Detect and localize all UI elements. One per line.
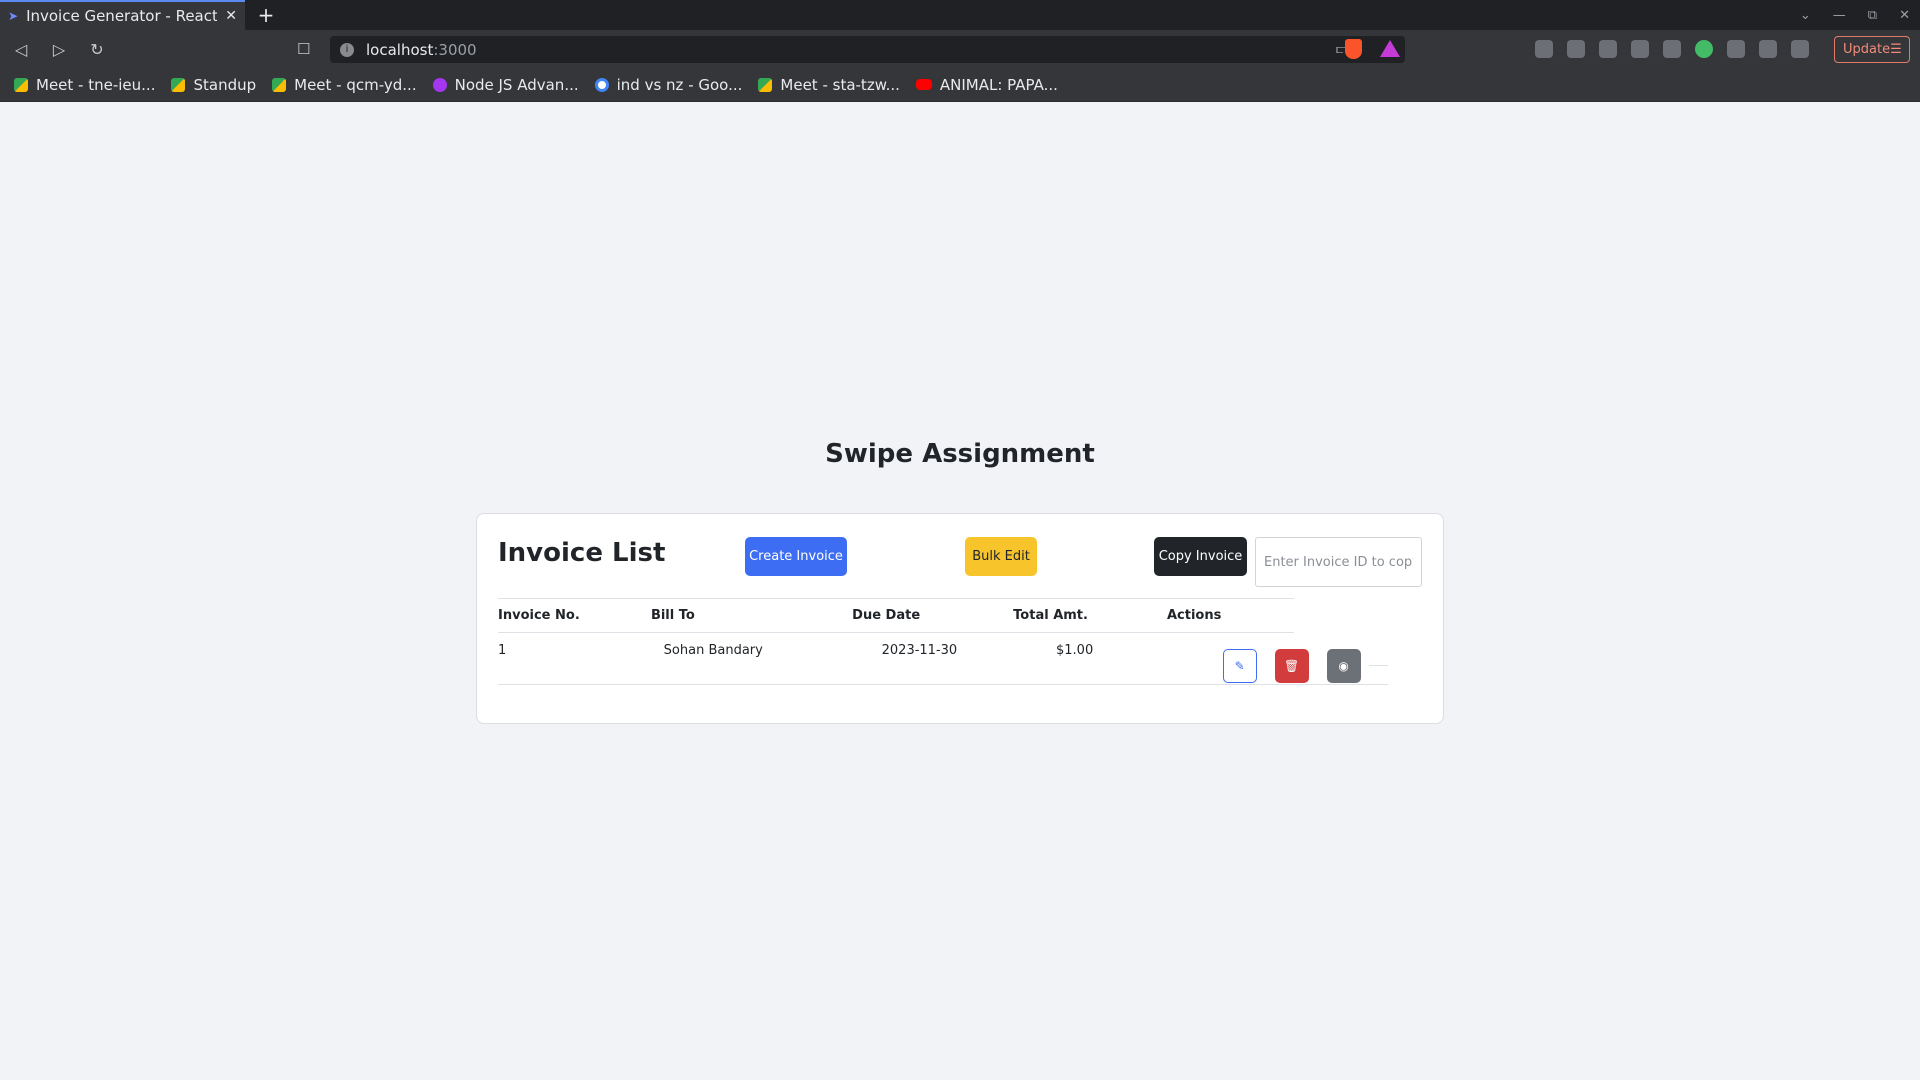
invoice-list-title: Invoice List bbox=[498, 538, 666, 568]
meet-icon bbox=[14, 77, 28, 92]
trash-icon: 🗑 bbox=[1284, 659, 1300, 673]
copy-invoice-id-input[interactable] bbox=[1255, 537, 1422, 587]
page-content: Swipe Assignment Invoice List Create Inv… bbox=[0, 102, 1920, 1080]
extension-icon[interactable] bbox=[1599, 40, 1617, 58]
extension-icon[interactable] bbox=[1535, 40, 1553, 58]
meet-icon bbox=[758, 77, 773, 92]
edit-invoice-button[interactable]: ✎ bbox=[1222, 649, 1257, 683]
bookmark-item[interactable]: ANIMAL: PAPA... bbox=[915, 75, 1058, 94]
meet-icon bbox=[171, 77, 186, 92]
google-icon bbox=[594, 77, 609, 92]
restore-icon[interactable]: ⧉ bbox=[1868, 8, 1877, 23]
wallet-icon[interactable] bbox=[1791, 40, 1809, 58]
due-date-cell: 2023-11-30 bbox=[881, 643, 958, 658]
tab-search-icon[interactable]: ⌄ bbox=[1800, 8, 1811, 23]
udemy-icon bbox=[432, 77, 447, 92]
browser-nav-bar: ◁ ▷ ↻ ☐ i localhost:3000 ⫍ Update ☰ bbox=[0, 30, 1920, 68]
menu-icon: ☰ bbox=[1890, 42, 1902, 57]
bookmarks-bar: Meet - tne-ieu... Standup Meet - qcm-yd.… bbox=[0, 68, 1920, 102]
column-header-actions: Actions bbox=[1166, 608, 1222, 623]
divider bbox=[1368, 665, 1388, 666]
site-info-icon[interactable]: i bbox=[340, 42, 354, 57]
invoice-no-cell: 1 bbox=[498, 643, 507, 658]
bookmark-label: Node JS Advan... bbox=[454, 75, 579, 94]
copy-invoice-button[interactable]: Copy Invoice bbox=[1154, 537, 1247, 576]
address-bar[interactable]: i localhost:3000 ⫍ bbox=[330, 36, 1405, 63]
browser-tab-active[interactable]: ➤ Invoice Generator - React / ✕ bbox=[0, 0, 245, 30]
extension-icon[interactable] bbox=[1567, 40, 1585, 58]
create-invoice-button[interactable]: Create Invoice bbox=[745, 537, 847, 576]
total-amount-cell: $1.00 bbox=[1056, 643, 1094, 658]
browser-tab-bar: ➤ Invoice Generator - React / ✕ + ⌄ — ⧉ … bbox=[0, 0, 1920, 30]
bookmark-label: Standup bbox=[193, 75, 257, 94]
extensions-puzzle-icon[interactable] bbox=[1727, 40, 1745, 58]
bookmark-label: Meet - sta-tzw... bbox=[780, 75, 900, 94]
update-label: Update bbox=[1843, 42, 1891, 57]
eye-icon: ◉ bbox=[1338, 659, 1349, 673]
extension-icon[interactable] bbox=[1695, 40, 1713, 58]
view-invoice-button[interactable]: ◉ bbox=[1326, 649, 1361, 683]
invoice-list-card: Invoice List Create Invoice Bulk Edit Co… bbox=[476, 513, 1444, 724]
close-tab-icon[interactable]: ✕ bbox=[225, 8, 237, 24]
bookmark-label: ind vs nz - Goo... bbox=[616, 75, 743, 94]
bookmark-label: Meet - qcm-yd... bbox=[294, 75, 417, 94]
app-title: Swipe Assignment bbox=[825, 439, 1095, 469]
react-favicon-icon: ➤ bbox=[8, 9, 19, 23]
back-icon[interactable]: ◁ bbox=[12, 40, 30, 59]
url-port: :3000 bbox=[433, 40, 477, 59]
tab-title: Invoice Generator - React / bbox=[26, 7, 218, 25]
bookmark-label: Meet - tne-ieu... bbox=[36, 75, 156, 94]
column-header-bill-to: Bill To bbox=[650, 608, 695, 623]
bookmark-label: ANIMAL: PAPA... bbox=[939, 75, 1058, 94]
sidebar-icon[interactable] bbox=[1759, 40, 1777, 58]
bookmark-item[interactable]: ind vs nz - Goo... bbox=[594, 75, 743, 94]
column-header-due-date: Due Date bbox=[852, 608, 921, 623]
bulk-edit-button[interactable]: Bulk Edit bbox=[965, 537, 1037, 576]
minimize-icon[interactable]: — bbox=[1833, 8, 1846, 23]
actions-cell: ✎ 🗑 ◉ bbox=[1222, 649, 1361, 683]
extension-icon[interactable] bbox=[1631, 40, 1649, 58]
brave-rewards-icon[interactable] bbox=[1380, 40, 1400, 57]
brave-shields-icon[interactable] bbox=[1345, 39, 1362, 59]
window-controls: ⌄ — ⧉ ✕ bbox=[1800, 0, 1910, 30]
bookmark-item[interactable]: Standup bbox=[171, 76, 256, 94]
column-header-total: Total Amt. bbox=[1013, 608, 1088, 623]
close-window-icon[interactable]: ✕ bbox=[1899, 8, 1910, 23]
bookmark-item[interactable]: Meet - sta-tzw... bbox=[758, 75, 900, 94]
reload-icon[interactable]: ↻ bbox=[88, 40, 106, 59]
pencil-icon: ✎ bbox=[1234, 659, 1245, 673]
youtube-icon bbox=[915, 79, 932, 90]
bookmark-item[interactable]: Meet - qcm-yd... bbox=[272, 75, 417, 94]
forward-icon[interactable]: ▷ bbox=[50, 40, 68, 59]
extension-icon[interactable] bbox=[1663, 40, 1681, 58]
table-header-row: Invoice No. Bill To Due Date Total Amt. … bbox=[498, 598, 1294, 633]
extensions-bar bbox=[1535, 40, 1809, 58]
bill-to-cell: Sohan Bandary bbox=[663, 643, 763, 658]
url-host: localhost bbox=[366, 40, 434, 59]
delete-invoice-button[interactable]: 🗑 bbox=[1274, 649, 1309, 683]
meet-icon bbox=[272, 77, 287, 92]
bookmark-item[interactable]: Meet - tne-ieu... bbox=[14, 76, 155, 94]
bookmark-icon[interactable]: ☐ bbox=[297, 40, 310, 58]
bookmark-item[interactable]: Node JS Advan... bbox=[432, 75, 579, 94]
column-header-invoice-no: Invoice No. bbox=[498, 608, 580, 623]
update-button[interactable]: Update ☰ bbox=[1834, 36, 1910, 63]
new-tab-button[interactable]: + bbox=[251, 0, 281, 30]
table-row: 1 Sohan Bandary 2023-11-30 $1.00 ✎ 🗑 ◉ bbox=[498, 633, 1388, 685]
invoice-table: Invoice No. Bill To Due Date Total Amt. … bbox=[498, 598, 1388, 685]
